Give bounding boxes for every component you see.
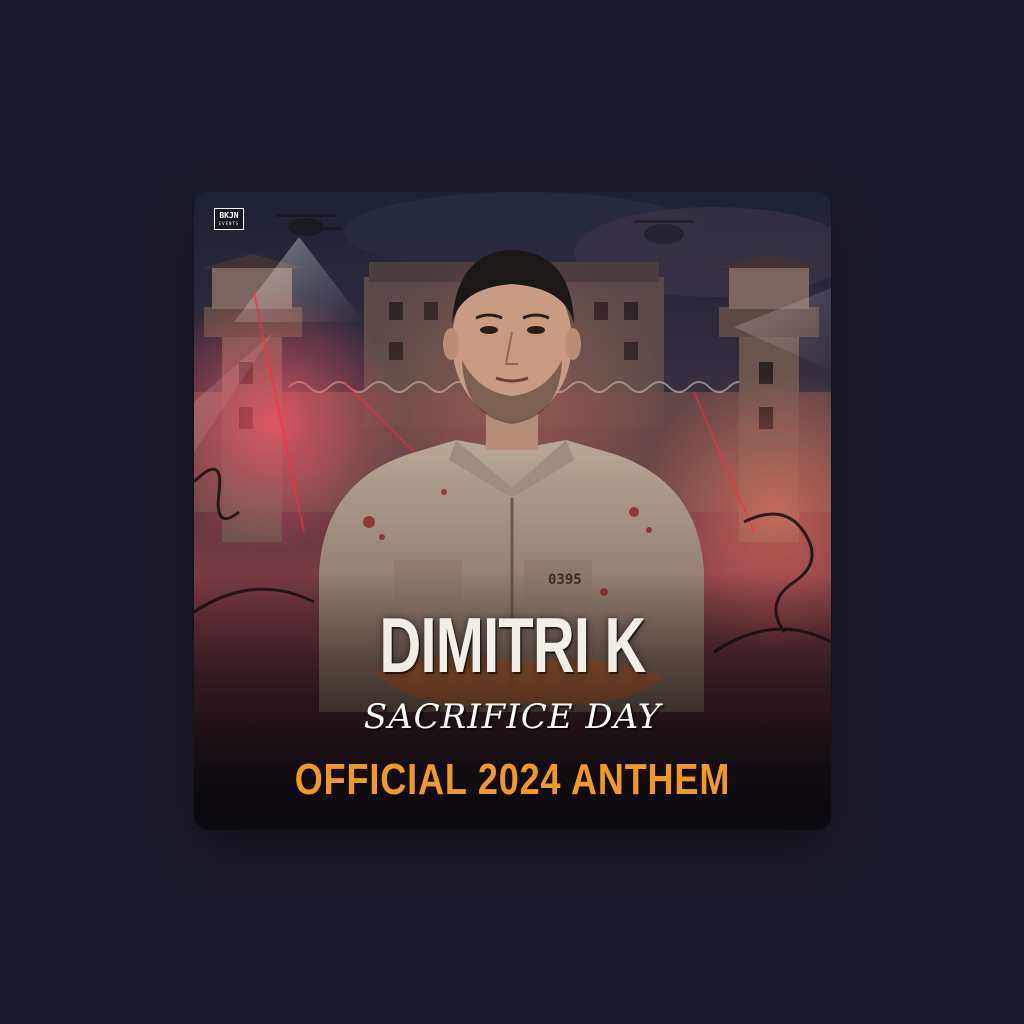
album-artwork[interactable]: BKJN EVENTS DIMITRI K SACRIFICE DAY OFFI… (194, 192, 831, 830)
label-logo-subtext: EVENTS (218, 221, 240, 226)
artist-name: DIMITRI K (379, 601, 647, 689)
label-logo-text: BKJN (219, 211, 239, 220)
anthem-subtitle: OFFICIAL 2024 ANTHEM (294, 755, 731, 804)
player-background: BKJN EVENTS DIMITRI K SACRIFICE DAY OFFI… (0, 0, 1024, 1024)
label-logo: BKJN EVENTS (214, 208, 244, 230)
track-title: SACRIFICE DAY (363, 697, 662, 737)
